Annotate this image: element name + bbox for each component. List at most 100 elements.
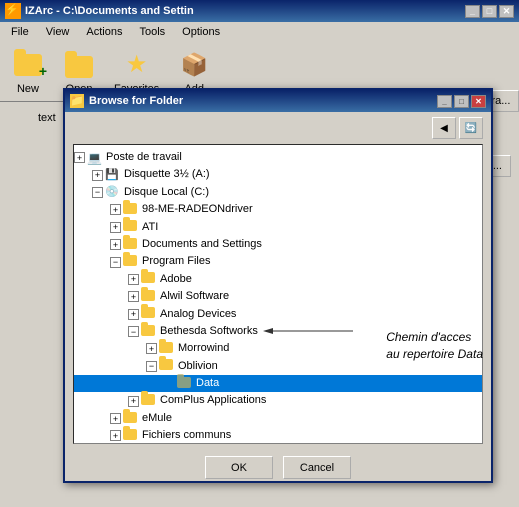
expand-icon[interactable]: + [92,170,103,181]
folder-tree[interactable]: + 💻 Poste de travail + 💾 Disquette 3½ (A… [73,144,483,444]
list-item[interactable]: + Alwil Software [74,288,482,305]
dialog-title-icon: 📁 [70,94,84,108]
item-label: Data [196,376,219,391]
item-label: Disque Local (C:) [124,185,209,200]
folder-icon [141,290,157,304]
disk-icon: 💿 [105,185,121,199]
item-label: Alwil Software [160,289,229,304]
item-label: Analog Devices [160,307,236,322]
list-item[interactable]: − Oblivion [74,358,482,375]
maximize-button[interactable]: □ [482,5,497,18]
dialog-maximize-button[interactable]: □ [454,95,469,108]
menu-view[interactable]: View [40,25,76,39]
add-icon: 📦 [178,49,210,81]
expand-icon[interactable]: + [110,222,121,233]
item-label: Program Files [142,254,210,269]
minimize-button[interactable]: _ [465,5,480,18]
item-label: ComPlus Applications [160,393,266,408]
item-label: Fichiers communs [142,428,231,443]
folder-icon [123,412,139,426]
menu-options[interactable]: Options [176,25,226,39]
close-button[interactable]: ✕ [499,5,514,18]
list-item[interactable]: + Analog Devices [74,306,482,323]
expand-icon[interactable]: − [92,187,103,198]
list-item[interactable]: + 💾 Disquette 3½ (A:) [74,166,482,183]
expand-icon[interactable]: + [110,239,121,250]
item-label: Oblivion [178,359,218,374]
text-label: text [38,112,56,124]
item-label: Poste de travail [106,150,182,165]
expand-icon[interactable]: + [110,204,121,215]
item-label: ATI [142,220,158,235]
title-left: ⚡ IZArc - C:\Documents and Settin [5,3,194,19]
list-item[interactable]: + Fichiers communs [74,427,482,444]
expand-icon[interactable]: − [128,326,139,337]
disk-icon: 💾 [105,168,121,182]
item-label: Documents and Settings [142,237,262,252]
izarc-icon: ⚡ [5,3,21,19]
browse-dialog: 📁 Browse for Folder _ □ ✕ ◀ 🔄 + 💻 Poste … [63,88,493,483]
open-icon [63,49,95,81]
folder-open-icon [123,255,139,269]
expand-icon[interactable]: + [146,343,157,354]
folder-icon [141,272,157,286]
nav-back-button[interactable]: ◀ [432,117,456,139]
dialog-close-button[interactable]: ✕ [471,95,486,108]
list-item[interactable]: + 98-ME-RADEONdriver [74,201,482,218]
menu-tools[interactable]: Tools [133,25,171,39]
new-label: New [17,83,39,95]
expand-icon[interactable]: + [128,291,139,302]
expand-icon[interactable]: + [74,152,85,163]
expand-icon[interactable]: + [110,413,121,424]
dialog-nav: ◀ 🔄 [65,112,491,144]
dialog-title-text: Browse for Folder [89,95,183,107]
new-icon [12,49,44,81]
izarc-titlebar: ⚡ IZArc - C:\Documents and Settin _ □ ✕ [0,0,519,22]
item-label: Adobe [160,272,192,287]
list-item[interactable]: − Program Files [74,253,482,270]
folder-icon [141,394,157,408]
dialog-bottom-buttons: OK Cancel [65,448,491,487]
tree-scroll: + 💻 Poste de travail + 💾 Disquette 3½ (A… [74,145,482,444]
favorites-icon: ★ [121,49,153,81]
menu-actions[interactable]: Actions [80,25,128,39]
list-item[interactable]: − 💿 Disque Local (C:) [74,184,482,201]
expand-icon[interactable]: − [146,361,157,372]
expand-icon[interactable]: − [110,257,121,268]
folder-icon [123,220,139,234]
list-item[interactable]: − Bethesda Softworks [74,323,482,340]
folder-icon [177,377,193,391]
folder-icon [141,307,157,321]
list-item[interactable]: + Morrowind [74,340,482,357]
menu-bar: File View Actions Tools Options [0,22,519,42]
list-item[interactable]: + ComPlus Applications [74,392,482,409]
item-label: Morrowind [178,341,229,356]
expand-icon[interactable]: + [128,309,139,320]
cancel-button[interactable]: Cancel [283,456,351,479]
list-item[interactable]: + eMule [74,410,482,427]
menu-file[interactable]: File [5,25,35,39]
expand-icon[interactable]: + [128,396,139,407]
list-item[interactable]: + 💻 Poste de travail [74,149,482,166]
list-item[interactable]: + Documents and Settings [74,236,482,253]
folder-icon [123,429,139,443]
new-button[interactable]: New [5,44,51,100]
folder-icon [159,342,175,356]
list-item[interactable]: + ATI [74,219,482,236]
item-label: Disquette 3½ (A:) [124,167,210,182]
expand-icon[interactable]: + [128,274,139,285]
item-label: Bethesda Softworks [160,324,258,339]
folder-icon [123,238,139,252]
ok-button[interactable]: OK [205,456,273,479]
list-item[interactable]: + Adobe [74,271,482,288]
dialog-minimize-button[interactable]: _ [437,95,452,108]
nav-refresh-button[interactable]: 🔄 [459,117,483,139]
izarc-title: IZArc - C:\Documents and Settin [25,5,194,17]
item-label: eMule [142,411,172,426]
dialog-title-buttons: _ □ ✕ [437,95,486,108]
list-item[interactable]: Data [74,375,482,392]
expand-icon[interactable]: + [110,430,121,441]
dialog-titlebar: 📁 Browse for Folder _ □ ✕ [65,90,491,112]
folder-open-icon [159,359,175,373]
folder-open-icon [141,325,157,339]
